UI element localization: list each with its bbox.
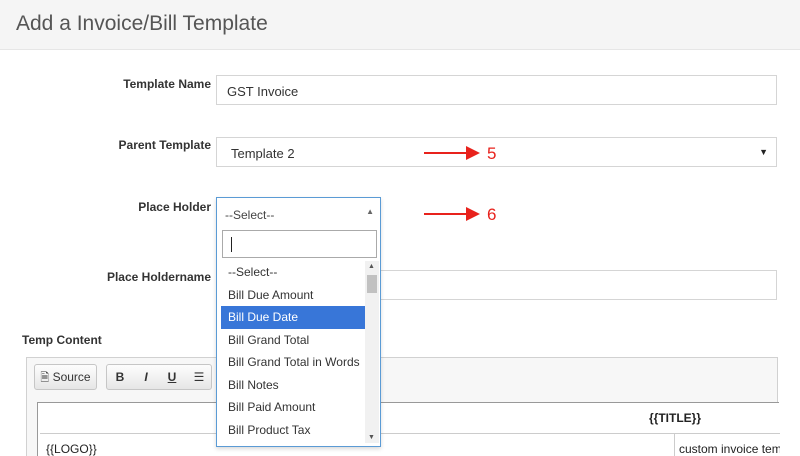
dropdown-option[interactable]: Bill Product Tax bbox=[221, 419, 365, 442]
dropdown-scrollbar[interactable]: ▲ ▼ bbox=[365, 261, 379, 443]
dropdown-options: --Select-- Bill Due Amount Bill Due Date Bi… bbox=[221, 261, 365, 444]
annotation-arrow-6 bbox=[424, 207, 480, 221]
bold-button[interactable]: B bbox=[107, 365, 133, 389]
parent-template-label: Parent Template bbox=[118, 138, 211, 152]
template-name-label: Template Name bbox=[123, 77, 211, 91]
place-holder-value: --Select-- bbox=[225, 208, 275, 222]
annotation-number-5: 5 bbox=[487, 144, 497, 163]
title-placeholder: {{TITLE}} bbox=[648, 411, 701, 425]
dropdown-option[interactable]: Bill Due Amount bbox=[221, 284, 365, 307]
table-row: {{LOGO}} custom invoice tem bbox=[40, 433, 780, 456]
underline-button[interactable]: U bbox=[159, 365, 185, 389]
rich-text-editor: 🗎 Source B I U ☰ {{TITLE}} {{LOGO}} cust… bbox=[26, 357, 780, 456]
dropdown-option[interactable]: --Select-- bbox=[221, 261, 365, 284]
place-holder-label: Place Holder bbox=[138, 200, 211, 214]
source-button-label: Source bbox=[52, 370, 91, 384]
annotation-number-6: 6 bbox=[487, 205, 497, 224]
document-icon: 🗎 bbox=[40, 372, 50, 384]
annotation-arrow-5 bbox=[424, 146, 480, 160]
page-title: Add a Invoice/Bill Template bbox=[16, 12, 268, 35]
dropdown-option[interactable]: Bill Grand Total in Words bbox=[221, 351, 365, 374]
template-name-input[interactable]: GST Invoice bbox=[216, 75, 777, 105]
caret-up-icon: ▲ bbox=[366, 207, 374, 216]
parent-template-value: Template 2 bbox=[231, 146, 295, 161]
dropdown-option[interactable]: Bill Due Date bbox=[221, 306, 365, 329]
align-left-icon[interactable]: ☰ bbox=[187, 365, 211, 389]
text-cursor bbox=[231, 237, 232, 252]
scroll-up-icon[interactable]: ▲ bbox=[368, 263, 375, 270]
dropdown-option[interactable]: Bill Grand Total bbox=[221, 329, 365, 352]
toolbar-source-group: 🗎 Source bbox=[34, 364, 97, 390]
page-header: Add a Invoice/Bill Template bbox=[0, 0, 800, 50]
source-button[interactable]: 🗎 Source bbox=[35, 365, 96, 389]
place-holdername-label: Place Holdername bbox=[106, 270, 211, 284]
temp-content-label: Temp Content bbox=[22, 333, 102, 347]
caret-down-icon: ▼ bbox=[759, 147, 768, 157]
dropdown-option[interactable]: Bill Notes bbox=[221, 374, 365, 397]
scroll-down-icon[interactable]: ▼ bbox=[368, 434, 375, 441]
italic-button[interactable]: I bbox=[133, 365, 159, 389]
toolbar-format-group: B I U ☰ bbox=[106, 364, 212, 390]
dropdown-option[interactable]: Bill Paid Amount bbox=[221, 396, 365, 419]
dropdown-search-input[interactable] bbox=[222, 230, 377, 258]
logo-placeholder: {{LOGO}} bbox=[46, 442, 97, 456]
editor-content-area[interactable]: {{TITLE}} {{LOGO}} custom invoice tem bbox=[37, 402, 780, 456]
place-holder-select[interactable]: --Select-- ▲ bbox=[217, 198, 380, 228]
place-holder-dropdown[interactable]: --Select-- ▲ --Select-- Bill Due Amount Bi… bbox=[216, 197, 381, 447]
parent-template-select[interactable]: Template 2 ▼ bbox=[216, 137, 777, 167]
custom-invoice-text: custom invoice tem bbox=[674, 434, 780, 456]
scrollbar-thumb[interactable] bbox=[367, 275, 377, 293]
